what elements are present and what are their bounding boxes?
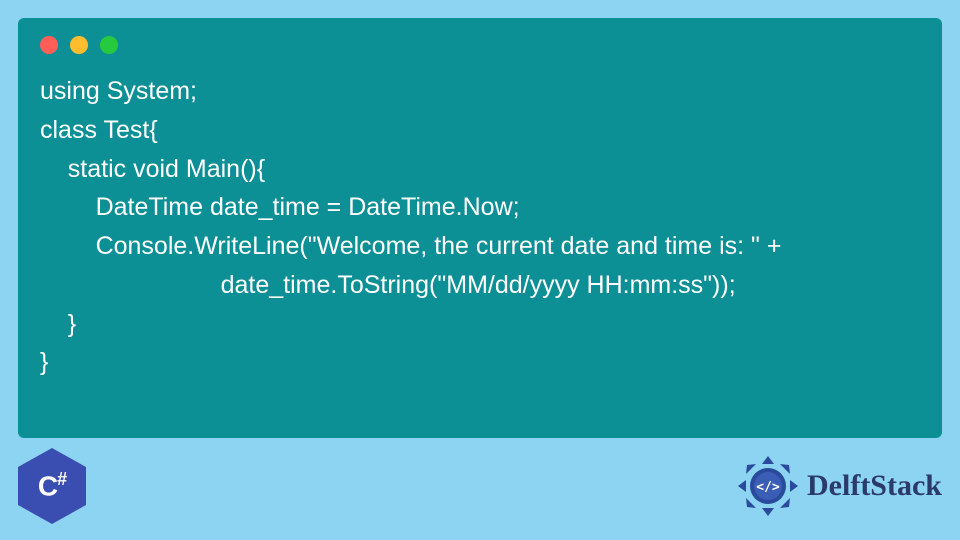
delftstack-icon: </> [735,453,801,519]
footer: C# </> [18,446,942,526]
code-line: } [40,310,76,338]
maximize-icon [100,36,118,54]
close-icon [40,36,58,54]
code-line: class Test{ [40,116,158,144]
code-line: using System; [40,77,197,105]
badge-c: C [38,471,57,502]
badge-text: C# [38,469,66,502]
minimize-icon [70,36,88,54]
badge-hash: # [57,469,66,489]
code-line: DateTime date_time = DateTime.Now; [40,193,520,221]
hexagon-icon: C# [18,448,86,524]
code-line: Console.WriteLine("Welcome, the current … [40,232,781,260]
csharp-badge: C# [18,448,86,524]
code-line: } [40,348,48,376]
code-line: static void Main(){ [40,155,265,183]
brand-logo: </> DelftStack [735,453,942,519]
brand-name: DelftStack [807,469,942,503]
code-window: using System; class Test{ static void Ma… [18,18,942,438]
window-controls [40,36,920,54]
code-line: date_time.ToString("MM/dd/yyyy HH:mm:ss"… [40,271,736,299]
code-block: using System; class Test{ static void Ma… [40,72,920,382]
svg-text:</>: </> [756,480,780,495]
